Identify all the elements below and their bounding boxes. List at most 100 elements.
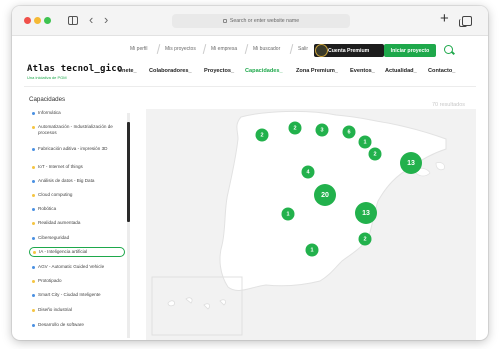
minimize-window-button[interactable] — [34, 17, 41, 24]
utility-bar: Mi perfil Mis proyectos Mi empresa Mi bu… — [12, 36, 488, 60]
category-dot-icon — [32, 193, 35, 197]
map-marker[interactable]: 2 — [368, 147, 382, 161]
capability-label: Realidad aumentada — [38, 220, 81, 225]
address-bar-text: Search or enter website name — [229, 18, 300, 24]
map-marker[interactable]: 13 — [355, 202, 377, 224]
tab-overview-icon[interactable] — [459, 16, 472, 27]
capability-item[interactable]: Smart City - Ciudad Inteligente — [32, 292, 122, 298]
category-dot-icon — [32, 236, 35, 240]
link-salir[interactable]: Salir — [298, 46, 308, 52]
map-marker[interactable]: 2 — [255, 128, 269, 142]
capability-label: Smart City - Ciudad Inteligente — [38, 292, 101, 297]
separator — [202, 44, 207, 54]
capability-item[interactable]: IoT - Internet of things — [32, 164, 122, 170]
site-logo[interactable]: Atlas tecnol_gico — [27, 64, 123, 74]
map-marker[interactable]: 1 — [305, 243, 319, 257]
link-mi-perfil[interactable]: Mi perfil — [130, 46, 148, 52]
map-marker[interactable]: 1 — [281, 207, 295, 221]
capability-label: Diseño industrial — [38, 307, 72, 312]
category-dot-icon — [32, 147, 35, 151]
capability-label: Prototipado — [38, 278, 62, 283]
capability-item[interactable]: AGV - Automatic Guided Vehicle — [32, 264, 122, 270]
close-window-button[interactable] — [24, 17, 31, 24]
capability-label: Desarrollo de software — [38, 322, 84, 327]
map-marker[interactable]: 2 — [288, 121, 302, 135]
maximize-window-button[interactable] — [44, 17, 51, 24]
capability-item[interactable]: Robótica — [32, 206, 122, 212]
map-marker[interactable]: 13 — [400, 152, 422, 174]
capability-item[interactable]: Fabricación aditiva - impresión 3D — [32, 146, 122, 152]
category-dot-icon — [32, 221, 35, 225]
avatar — [315, 44, 328, 57]
premium-account-label: Cuenta Premium — [328, 47, 370, 54]
capability-item[interactable]: IA - Inteligencia artificial — [29, 247, 125, 257]
category-dot-icon — [33, 250, 36, 254]
category-dot-icon — [32, 279, 35, 283]
new-tab-icon[interactable]: + — [440, 11, 449, 27]
capability-label: Informática — [38, 110, 61, 115]
capability-label: AGV - Automatic Guided Vehicle — [38, 264, 105, 269]
map-marker[interactable]: 2 — [358, 232, 372, 246]
lock-icon — [222, 19, 227, 23]
category-dot-icon — [32, 265, 35, 269]
category-dot-icon — [32, 323, 35, 327]
capability-label: Automatización - Industrialización de pr… — [38, 124, 113, 135]
map-marker[interactable]: 6 — [342, 125, 356, 139]
link-mi-buscador[interactable]: Mi buscador — [253, 46, 280, 52]
link-mis-proyectos[interactable]: Mis proyectos — [165, 46, 196, 52]
spain-map[interactable]: 2 2 3 6 1 2 13 4 20 1 13 2 1 — [146, 109, 476, 340]
capability-item[interactable]: Ciberseguridad — [32, 235, 122, 241]
capability-label: Cloud computing — [38, 192, 73, 197]
capability-item[interactable]: Diseño industrial — [32, 307, 122, 313]
separator — [244, 44, 249, 54]
category-dot-icon — [32, 125, 35, 129]
back-arrow-icon[interactable]: ‹ — [89, 13, 93, 27]
nav-unete[interactable]: Únete_ — [118, 68, 137, 74]
scrollbar-thumb[interactable] — [127, 122, 130, 222]
address-bar[interactable]: Search or enter website name — [172, 14, 350, 28]
map-marker[interactable]: 4 — [301, 165, 315, 179]
header-divider — [24, 86, 476, 87]
site-tagline: Una iniciativa de PGM — [27, 75, 67, 80]
category-dot-icon — [32, 207, 35, 211]
forward-arrow-icon[interactable]: › — [104, 13, 108, 27]
capability-label: IA - Inteligencia artificial — [39, 249, 88, 254]
premium-account-button[interactable]: Cuenta Premium — [314, 44, 384, 57]
capability-label: Ciberseguridad — [38, 235, 70, 240]
capability-item[interactable]: Automatización - Industrialización de pr… — [32, 124, 122, 136]
category-dot-icon — [32, 165, 35, 169]
search-icon[interactable] — [444, 45, 453, 54]
start-project-button[interactable]: Iniciar proyecto — [384, 44, 436, 57]
browser-window: ‹ › Search or enter website name + Mi pe… — [12, 6, 488, 340]
map-marker[interactable]: 1 — [358, 135, 372, 149]
map-background — [146, 109, 476, 340]
nav-actualidad[interactable]: Actualidad_ — [385, 68, 417, 74]
filters-title: Capacidades — [29, 96, 66, 103]
capability-item[interactable]: Desarrollo de software — [32, 322, 122, 328]
browser-toolbar: ‹ › Search or enter website name + — [12, 6, 488, 36]
capability-item[interactable]: Informática — [32, 110, 122, 116]
category-dot-icon — [32, 179, 35, 183]
sidebar-toggle-icon[interactable] — [68, 16, 78, 25]
capability-label: Robótica — [38, 206, 57, 211]
separator — [289, 44, 294, 54]
results-count: 70 resultados — [432, 102, 466, 108]
category-dot-icon — [32, 111, 35, 115]
nav-contacto[interactable]: Contacto_ — [428, 68, 455, 74]
capability-item[interactable]: Análisis de datos - Big Data — [32, 178, 122, 184]
nav-eventos[interactable]: Eventos_ — [350, 68, 375, 74]
capability-label: Análisis de datos - Big Data — [38, 178, 95, 183]
nav-zona-premium[interactable]: Zona Premium_ — [296, 68, 338, 74]
capability-item[interactable]: Prototipado — [32, 278, 122, 284]
nav-capacidades[interactable]: Capacidades_ — [245, 68, 283, 74]
nav-proyectos[interactable]: Proyectos_ — [204, 68, 234, 74]
capability-item[interactable]: Cloud computing — [32, 192, 122, 198]
capability-item[interactable]: Realidad aumentada — [32, 220, 122, 226]
map-marker[interactable]: 3 — [315, 123, 329, 137]
capability-label: IoT - Internet of things — [38, 164, 83, 169]
link-mi-empresa[interactable]: Mi empresa — [211, 46, 237, 52]
start-project-label: Iniciar proyecto — [390, 47, 430, 54]
separator — [156, 44, 161, 54]
nav-colaboradores[interactable]: Colaboradores_ — [149, 68, 192, 74]
map-marker[interactable]: 20 — [314, 184, 336, 206]
